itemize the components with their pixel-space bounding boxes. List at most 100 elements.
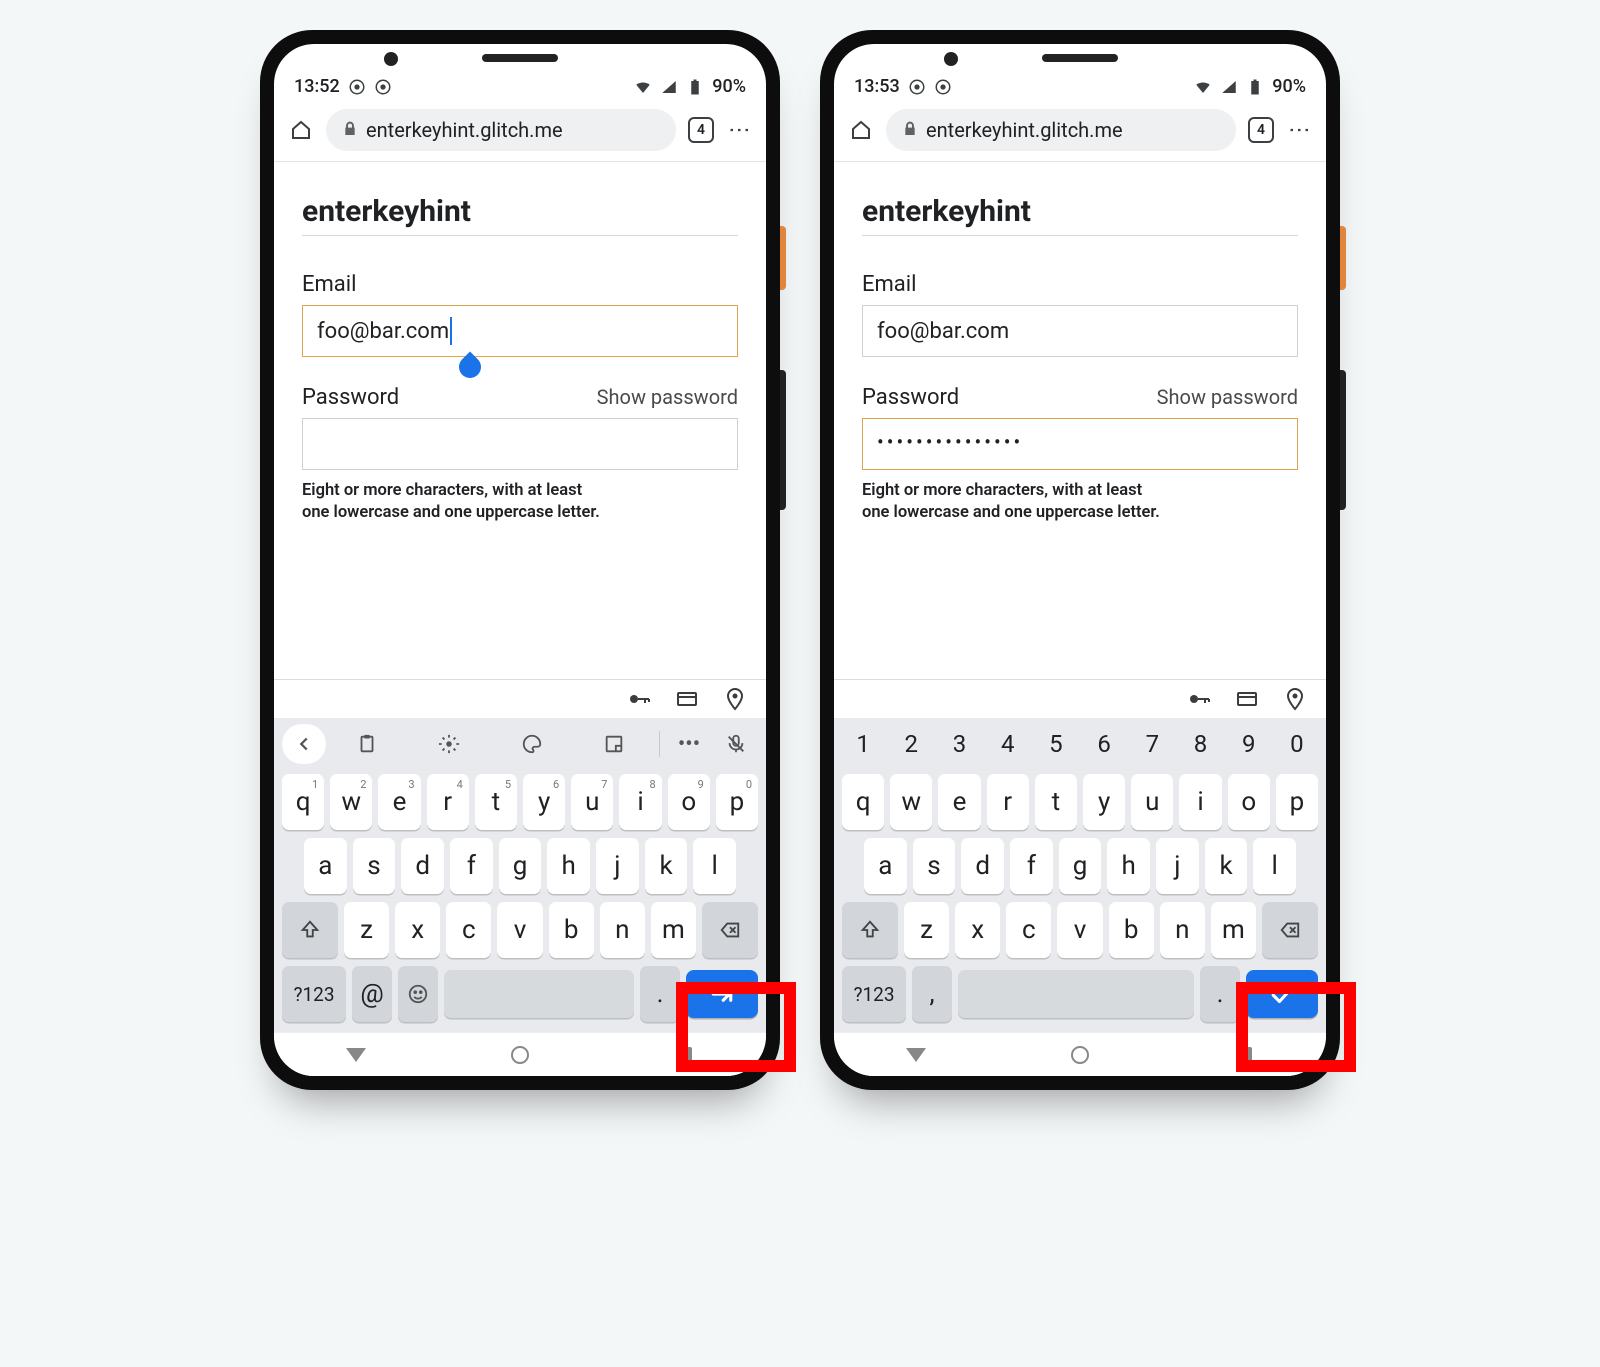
gear-icon[interactable] bbox=[408, 724, 490, 764]
key-m[interactable]: m bbox=[1211, 902, 1256, 958]
key-icon[interactable] bbox=[1186, 686, 1212, 712]
key-w[interactable]: w bbox=[330, 774, 372, 830]
kbd-back-icon[interactable] bbox=[282, 724, 326, 764]
password-input[interactable] bbox=[302, 418, 738, 470]
location-icon[interactable] bbox=[722, 686, 748, 712]
enter-key-next[interactable] bbox=[686, 970, 758, 1018]
key-6[interactable]: 6 bbox=[1083, 722, 1125, 766]
key-t[interactable]: t bbox=[1035, 774, 1077, 830]
key-f[interactable]: f bbox=[450, 838, 493, 894]
key-b[interactable]: b bbox=[549, 902, 594, 958]
key-l[interactable]: l bbox=[693, 838, 736, 894]
key-a[interactable]: a bbox=[304, 838, 347, 894]
key-v[interactable]: v bbox=[497, 902, 542, 958]
key-n[interactable]: n bbox=[600, 902, 645, 958]
key-a[interactable]: a bbox=[864, 838, 907, 894]
key-g[interactable]: g bbox=[1059, 838, 1102, 894]
symbols-key[interactable]: ?123 bbox=[842, 966, 906, 1022]
key-c[interactable]: c bbox=[1006, 902, 1051, 958]
key-1[interactable]: 1 bbox=[842, 722, 884, 766]
backspace-key[interactable] bbox=[1262, 902, 1318, 958]
backspace-key[interactable] bbox=[702, 902, 758, 958]
key-i[interactable]: i bbox=[1179, 774, 1221, 830]
enter-key-done[interactable] bbox=[1246, 970, 1318, 1018]
emoji-key[interactable] bbox=[398, 966, 438, 1022]
key-d[interactable]: d bbox=[401, 838, 444, 894]
location-icon[interactable] bbox=[1282, 686, 1308, 712]
show-password-toggle[interactable]: Show password bbox=[597, 385, 738, 409]
url-bar[interactable]: enterkeyhint.glitch.me bbox=[886, 109, 1236, 151]
symbols-key[interactable]: ?123 bbox=[282, 966, 346, 1022]
key-m[interactable]: m bbox=[651, 902, 696, 958]
space-key[interactable] bbox=[958, 970, 1194, 1018]
key-w[interactable]: w bbox=[890, 774, 932, 830]
card-icon[interactable] bbox=[1234, 686, 1260, 712]
email-input[interactable]: foo@bar.com bbox=[862, 305, 1298, 357]
palette-icon[interactable] bbox=[491, 724, 573, 764]
key-7[interactable]: 7 bbox=[1131, 722, 1173, 766]
key-0[interactable]: 0 bbox=[1276, 722, 1318, 766]
home-icon[interactable] bbox=[848, 117, 874, 143]
dot-key[interactable]: . bbox=[640, 966, 680, 1022]
clipboard-icon[interactable] bbox=[326, 724, 408, 764]
key-o[interactable]: o bbox=[668, 774, 710, 830]
home-icon[interactable] bbox=[288, 117, 314, 143]
nav-home[interactable] bbox=[1069, 1044, 1091, 1066]
key-e[interactable]: e bbox=[938, 774, 980, 830]
more-icon[interactable]: ••• bbox=[664, 724, 714, 764]
key-x[interactable]: x bbox=[395, 902, 440, 958]
url-bar[interactable]: enterkeyhint.glitch.me bbox=[326, 109, 676, 151]
key-x[interactable]: x bbox=[955, 902, 1000, 958]
more-icon[interactable]: ⋮ bbox=[1286, 117, 1312, 143]
key-h[interactable]: h bbox=[1107, 838, 1150, 894]
key-v[interactable]: v bbox=[1057, 902, 1102, 958]
key-5[interactable]: 5 bbox=[1035, 722, 1077, 766]
key-z[interactable]: z bbox=[344, 902, 389, 958]
nav-recent[interactable] bbox=[673, 1044, 695, 1066]
key-u[interactable]: u bbox=[571, 774, 613, 830]
key-d[interactable]: d bbox=[961, 838, 1004, 894]
key-8[interactable]: 8 bbox=[1179, 722, 1221, 766]
nav-home[interactable] bbox=[509, 1044, 531, 1066]
dot-key[interactable]: . bbox=[1200, 966, 1240, 1022]
key-icon[interactable] bbox=[626, 686, 652, 712]
key-j[interactable]: j bbox=[1156, 838, 1199, 894]
key-3[interactable]: 3 bbox=[938, 722, 980, 766]
more-icon[interactable]: ⋮ bbox=[726, 117, 752, 143]
shift-key[interactable] bbox=[842, 902, 898, 958]
key-p[interactable]: p bbox=[1276, 774, 1318, 830]
key-z[interactable]: z bbox=[904, 902, 949, 958]
key-q[interactable]: q bbox=[282, 774, 324, 830]
key-y[interactable]: y bbox=[523, 774, 565, 830]
key-k[interactable]: k bbox=[1205, 838, 1248, 894]
key-k[interactable]: k bbox=[645, 838, 688, 894]
key-q[interactable]: q bbox=[842, 774, 884, 830]
key-4[interactable]: 4 bbox=[987, 722, 1029, 766]
at-key[interactable]: @ bbox=[352, 966, 392, 1022]
sticker-icon[interactable] bbox=[573, 724, 655, 764]
key-e[interactable]: e bbox=[378, 774, 420, 830]
selection-handle[interactable] bbox=[454, 351, 485, 382]
show-password-toggle[interactable]: Show password bbox=[1157, 385, 1298, 409]
password-input[interactable]: ••••••••••••••• bbox=[862, 418, 1298, 470]
key-s[interactable]: s bbox=[353, 838, 396, 894]
key-g[interactable]: g bbox=[499, 838, 542, 894]
key-y[interactable]: y bbox=[1083, 774, 1125, 830]
key-r[interactable]: r bbox=[427, 774, 469, 830]
key-h[interactable]: h bbox=[547, 838, 590, 894]
mic-off-icon[interactable] bbox=[714, 724, 758, 764]
key-9[interactable]: 9 bbox=[1228, 722, 1270, 766]
key-r[interactable]: r bbox=[987, 774, 1029, 830]
space-key[interactable] bbox=[444, 970, 634, 1018]
key-b[interactable]: b bbox=[1109, 902, 1154, 958]
tab-count[interactable]: 4 bbox=[688, 117, 714, 143]
key-p[interactable]: p bbox=[716, 774, 758, 830]
key-o[interactable]: o bbox=[1228, 774, 1270, 830]
key-j[interactable]: j bbox=[596, 838, 639, 894]
key-l[interactable]: l bbox=[1253, 838, 1296, 894]
comma-key[interactable]: , bbox=[912, 966, 952, 1022]
nav-back[interactable] bbox=[345, 1044, 367, 1066]
nav-recent[interactable] bbox=[1233, 1044, 1255, 1066]
email-input[interactable]: foo@bar.com bbox=[302, 305, 738, 357]
nav-back[interactable] bbox=[905, 1044, 927, 1066]
